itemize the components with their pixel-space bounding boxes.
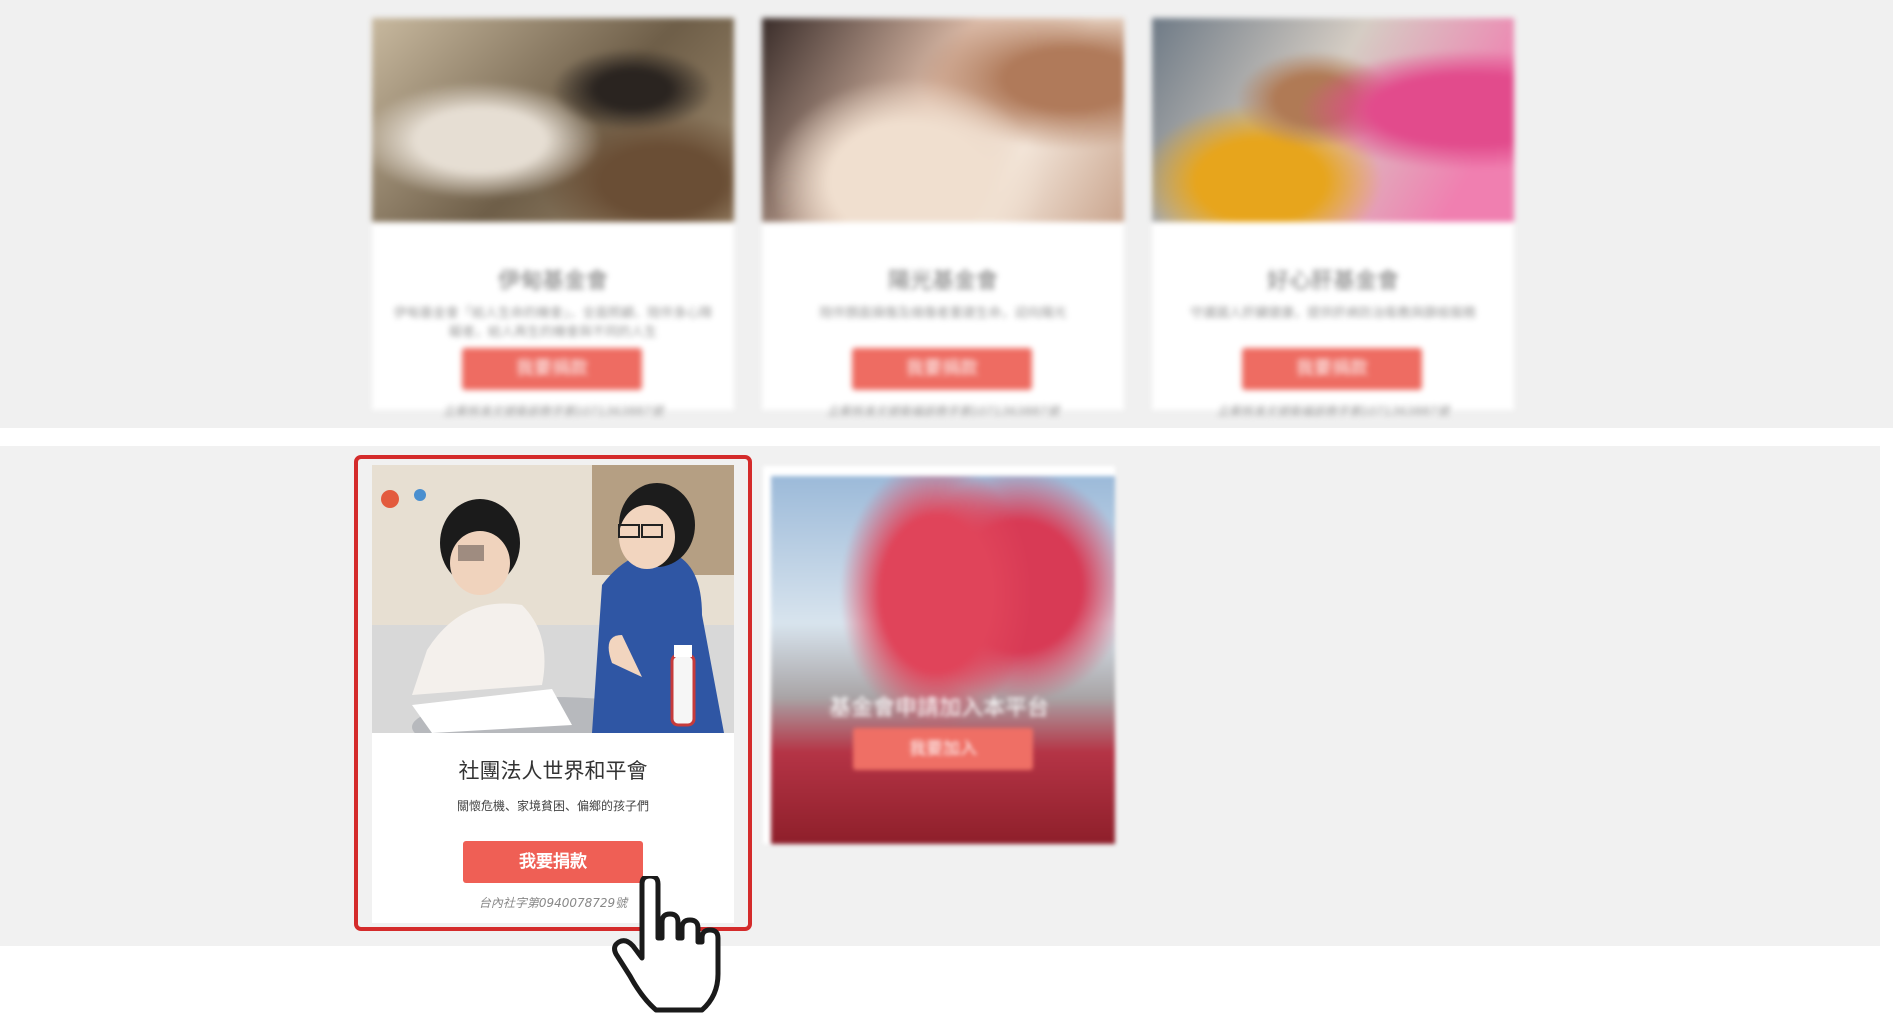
- charity-description: 伊甸基金會「給人生命的機會」，全面照顧、陪伴身心障礙者，給人再生的機會與不同的人…: [393, 306, 713, 340]
- registration-note: 立案核准文號衛福部救字第1071363887號: [1216, 404, 1450, 418]
- charity-description: 關懷危機、家境貧困、偏鄉的孩子們: [456, 799, 649, 813]
- donate-button[interactable]: 我要捐款: [462, 348, 642, 390]
- charity-title: 伊甸基金會: [497, 269, 608, 294]
- charity-title: 好心肝基金會: [1266, 269, 1399, 294]
- heart-tree-image: [771, 476, 1115, 844]
- registration-note: 立案核准文號衛福部救字第1071363887號: [826, 404, 1060, 418]
- charity-description: 守護國人肝臟健康，提供肝病防治衛教與篩檢服務: [1189, 306, 1476, 321]
- charity-title: 社團法人世界和平會: [458, 759, 648, 783]
- join-button[interactable]: 我要加入: [853, 728, 1033, 770]
- donate-button[interactable]: 我要捐款: [852, 348, 1032, 390]
- charity-photo: [1152, 18, 1514, 222]
- join-title: 基金會申請加入本平台: [828, 696, 1049, 721]
- charity-card-2: 陽光基金會 陪伴顏面損傷及燒傷者重建生命，迎向陽光 我要捐款 立案核准文號衛福部…: [762, 18, 1124, 418]
- donate-button[interactable]: 我要捐款: [1242, 348, 1422, 390]
- children-photo-illustration: [372, 465, 734, 733]
- join-platform-card: 基金會申請加入本平台 我要加入: [763, 466, 1115, 844]
- charity-card-3: 好心肝基金會 守護國人肝臟健康，提供肝病防治衛教與篩檢服務 我要捐款 立案核准文…: [1152, 18, 1514, 418]
- charity-photo: [372, 18, 734, 222]
- charity-description: 陪伴顏面損傷及燒傷者重建生命，迎向陽光: [819, 306, 1067, 321]
- registration-note: 台內社字第0940078729號: [478, 896, 628, 910]
- charity-photo: [372, 465, 734, 733]
- featured-charity-card[interactable]: 社團法人世界和平會 關懷危機、家境貧困、偏鄉的孩子們 我要捐款 台內社字第094…: [372, 465, 734, 923]
- charity-photo: [762, 18, 1124, 222]
- charity-card-1: 伊甸基金會 伊甸基金會「給人生命的機會」，全面照顧、陪伴身心障礙者，給人再生的機…: [372, 18, 734, 418]
- charity-title: 陽光基金會: [887, 269, 998, 294]
- registration-note: 立案核准文號衛部救字第1071363887號: [442, 404, 664, 418]
- donate-button[interactable]: 我要捐款: [463, 841, 643, 883]
